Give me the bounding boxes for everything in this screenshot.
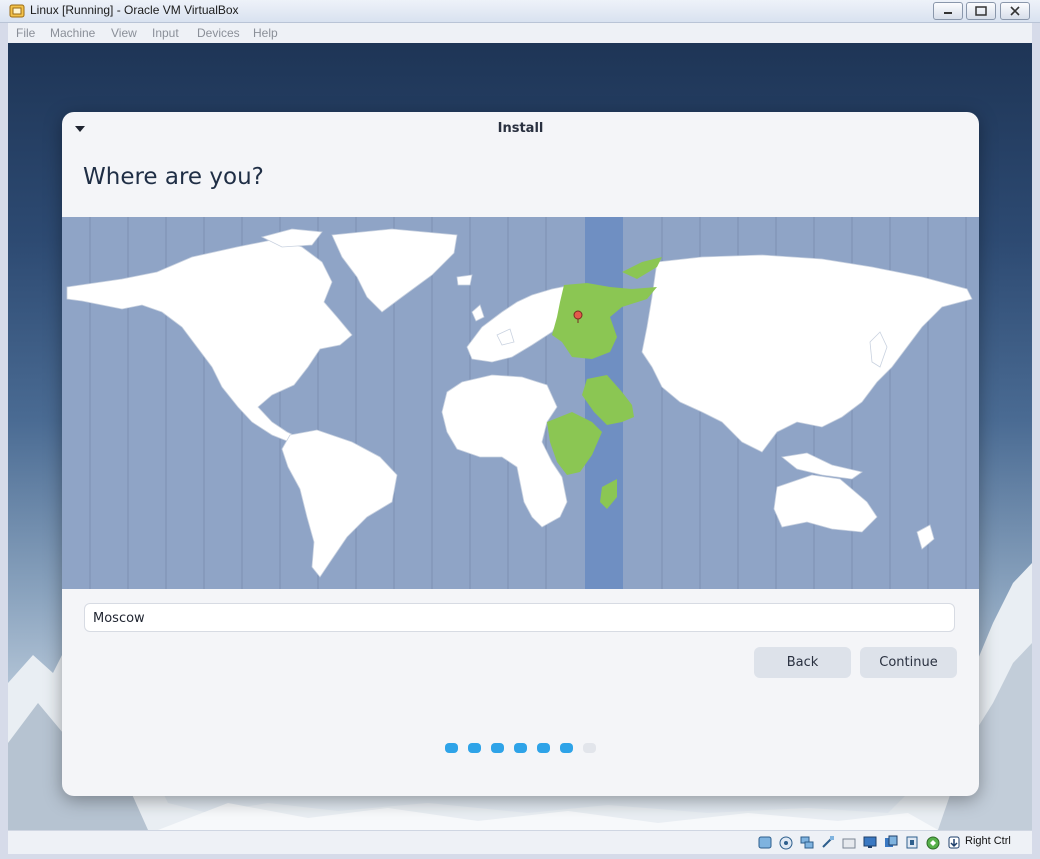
maximize-button[interactable] (966, 2, 996, 20)
host-statusbar: Right Ctrl (8, 830, 1032, 854)
menu-view[interactable]: View (111, 26, 137, 40)
dialog-title: Install (497, 121, 544, 136)
shared-folders-icon[interactable] (841, 835, 857, 850)
timezone-map[interactable] (62, 217, 979, 589)
minimize-button[interactable] (933, 2, 963, 20)
world-map (66, 217, 973, 589)
close-button[interactable] (1000, 2, 1030, 20)
installer-dialog: Install Where are you? Moscow Back Conti… (62, 112, 979, 796)
host-menubar: File Machine View Input Devices Help (8, 23, 1032, 43)
progress-dot-complete (445, 743, 458, 753)
menu-machine[interactable]: Machine (50, 26, 95, 40)
progress-dot-complete (560, 743, 573, 753)
menu-devices[interactable]: Devices (197, 26, 240, 40)
menu-input[interactable]: Input (152, 26, 179, 40)
progress-dot-complete (491, 743, 504, 753)
mouse-integration-icon[interactable] (946, 835, 962, 850)
host-titlebar: Linux [Running] - Oracle VM VirtualBox (0, 0, 1040, 23)
usb-icon[interactable] (820, 835, 836, 850)
minimize-icon (944, 12, 952, 14)
dialog-header: Install (62, 112, 979, 148)
progress-dot-pending (583, 743, 596, 753)
progress-dot-complete (468, 743, 481, 753)
back-button[interactable]: Back (754, 647, 851, 678)
network-icon[interactable] (799, 835, 815, 850)
progress-dot-complete (537, 743, 550, 753)
display-icon[interactable] (862, 835, 878, 850)
page-heading: Where are you? (83, 164, 264, 190)
menu-file[interactable]: File (16, 26, 35, 40)
progress-dot-complete (514, 743, 527, 753)
menu-help[interactable]: Help (253, 26, 278, 40)
close-icon (1010, 6, 1020, 16)
continue-button[interactable]: Continue (860, 647, 957, 678)
vm-screen[interactable]: Install Where are you? Moscow Back Conti… (8, 43, 1032, 830)
virtualbox-icon (9, 4, 25, 18)
host-key-label: Right Ctrl (965, 835, 1011, 847)
timezone-input[interactable]: Moscow (84, 603, 955, 632)
recording-icon[interactable] (883, 835, 899, 850)
hard-disk-icon[interactable] (757, 835, 773, 850)
window-title: Linux [Running] - Oracle VM VirtualBox (30, 3, 239, 17)
maximize-icon (975, 6, 987, 16)
guest-additions-icon[interactable] (925, 835, 941, 850)
optical-drive-icon[interactable] (778, 835, 794, 850)
cpu-icon[interactable] (904, 835, 920, 850)
